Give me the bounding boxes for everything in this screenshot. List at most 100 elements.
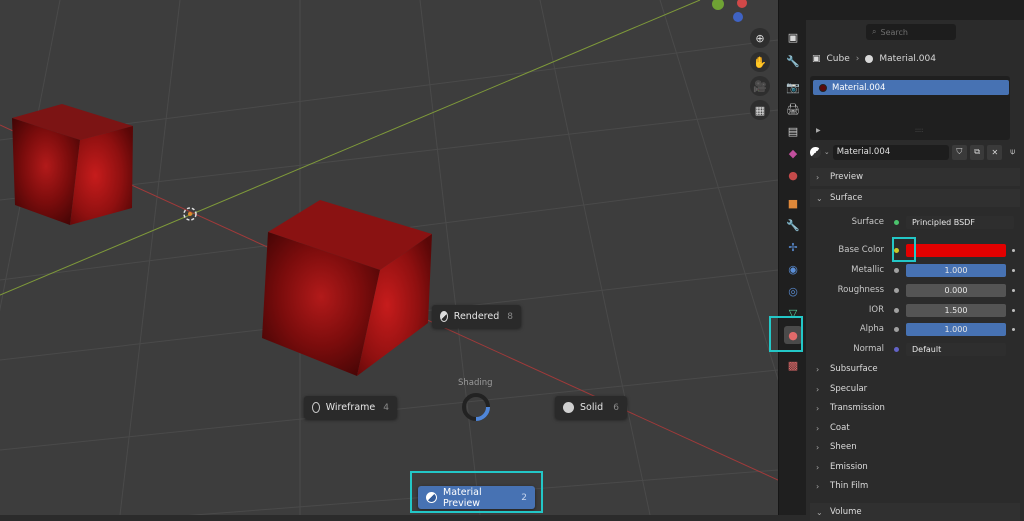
- material-slot-list[interactable]: Material.004 ▶ ::::: [810, 76, 1010, 140]
- solid-key: 6: [613, 402, 619, 413]
- render-icon[interactable]: 📷: [784, 78, 802, 96]
- subpanel-label: Subsurface: [830, 364, 878, 374]
- subpanel-subsurface[interactable]: › Subsurface: [810, 360, 1020, 378]
- animate-dot-icon[interactable]: [1012, 308, 1015, 312]
- animate-dot-icon[interactable]: [1012, 268, 1015, 272]
- chevron-right-icon: ›: [816, 442, 820, 452]
- ior-field[interactable]: 1.500: [906, 303, 1006, 317]
- ior-row: IOR 1.500: [806, 303, 1024, 317]
- unlink-icon[interactable]: ✕: [987, 144, 1003, 160]
- value-socket-icon[interactable]: [890, 264, 902, 276]
- roughness-row: Roughness 0.000: [806, 283, 1024, 297]
- gizmo-x-icon: [737, 0, 747, 8]
- chevron-right-icon: ›: [816, 384, 820, 394]
- tool-icon[interactable]: 🔧: [784, 52, 802, 70]
- subpanel-coat[interactable]: › Coat: [810, 419, 1020, 437]
- breadcrumb-material: Material.004: [879, 54, 936, 64]
- chevron-right-icon: ›: [816, 462, 820, 472]
- value-socket-icon[interactable]: [890, 323, 902, 335]
- roughness-slider[interactable]: 0.000: [906, 283, 1006, 297]
- material-slot-item[interactable]: Material.004: [813, 80, 1009, 95]
- base-color-socket-highlight: [892, 237, 916, 262]
- cube-main: [262, 200, 432, 376]
- normal-label: Normal: [853, 344, 884, 354]
- value-socket-icon[interactable]: [890, 284, 902, 296]
- value-socket-icon[interactable]: [890, 304, 902, 316]
- alpha-label: Alpha: [859, 324, 884, 334]
- subpanel-label: Coat: [830, 423, 850, 433]
- subpanel-emission[interactable]: › Emission: [810, 458, 1020, 476]
- view-layer-icon[interactable]: ▤: [784, 122, 802, 140]
- properties-tab-strip: ▣ 🔧 📷 🖨 ▤ ◆ ● ■ 🔧 ✢ ◉ ◎ ▽ ● ▩: [769, 0, 806, 515]
- search-input[interactable]: ⌕ Search: [866, 24, 956, 40]
- surface-shader-value: Principled BSDF: [912, 217, 975, 227]
- panel-volume[interactable]: ⌄ Volume: [810, 503, 1020, 521]
- rendered-icon: [440, 311, 448, 322]
- material-sphere-icon: [865, 55, 874, 63]
- modifier-icon[interactable]: 🔧: [784, 216, 802, 234]
- animate-dot-icon[interactable]: [1012, 288, 1015, 292]
- world-icon[interactable]: ●: [784, 166, 802, 184]
- surface-shader-row: Surface Principled BSDF: [806, 215, 1024, 229]
- node-icon[interactable]: ⍦: [1005, 145, 1020, 160]
- alpha-slider[interactable]: 1.000: [906, 322, 1006, 336]
- zoom-icon[interactable]: ⊕: [750, 28, 770, 48]
- material-selector-row: ⌄ Material.004 ⛉ ⧉ ✕ ⍦: [810, 144, 1020, 160]
- material-tab-highlight: [769, 316, 803, 352]
- surface-label: Surface: [851, 217, 884, 227]
- subpanel-sheen[interactable]: › Sheen: [810, 438, 1020, 456]
- alpha-row: Alpha 1.000: [806, 322, 1024, 336]
- normal-value: Default: [912, 344, 942, 354]
- expand-icon[interactable]: ▶: [816, 127, 821, 134]
- metallic-value: 1.000: [944, 265, 968, 275]
- grid-icon[interactable]: ▦: [750, 100, 770, 120]
- camera-icon[interactable]: 🎥: [750, 76, 770, 96]
- texture-icon[interactable]: ▩: [784, 356, 802, 374]
- editor-type-icon[interactable]: ▣: [784, 28, 802, 46]
- ior-label: IOR: [868, 305, 884, 315]
- subpanel-label: Transmission: [830, 403, 885, 413]
- physics-icon[interactable]: ◉: [784, 260, 802, 278]
- chevron-right-icon: ›: [816, 423, 820, 433]
- panel-surface-label: Surface: [830, 193, 863, 203]
- rendered-label: Rendered: [453, 311, 500, 322]
- animate-dot-icon[interactable]: [1012, 327, 1015, 331]
- subpanel-label: Thin Film: [830, 481, 869, 491]
- shading-wireframe-button[interactable]: Wireframe 4: [304, 396, 397, 419]
- properties-top-bar: [806, 0, 1024, 20]
- 3d-viewport[interactable]: ⊕ ✋ 🎥 ▦ Rendered 8 Wireframe 4 Solid 6 S…: [0, 0, 778, 515]
- subpanel-thin-film[interactable]: › Thin Film: [810, 477, 1020, 495]
- panel-preview[interactable]: › Preview: [810, 168, 1020, 186]
- constraints-icon[interactable]: ◎: [784, 282, 802, 300]
- roughness-value: 0.000: [944, 285, 968, 295]
- scene-icon[interactable]: ◆: [784, 144, 802, 162]
- normal-field[interactable]: Default: [906, 342, 1006, 356]
- shading-rendered-button[interactable]: Rendered 8: [432, 305, 521, 328]
- fake-user-icon[interactable]: ⛉: [951, 144, 967, 160]
- breadcrumb-object: Cube: [826, 54, 850, 64]
- chevron-down-icon[interactable]: ⌄: [824, 148, 830, 156]
- particles-icon[interactable]: ✢: [784, 238, 802, 256]
- metallic-slider[interactable]: 1.000: [906, 263, 1006, 277]
- surface-shader-field[interactable]: Principled BSDF: [906, 215, 1014, 229]
- base-color-swatch[interactable]: [906, 243, 1006, 257]
- chevron-down-icon: ⌄: [816, 507, 823, 517]
- chevron-right-icon: ›: [816, 172, 820, 182]
- gizmo-z-icon: [733, 12, 743, 22]
- hand-icon[interactable]: ✋: [750, 52, 770, 72]
- vector-socket-icon[interactable]: [890, 343, 902, 355]
- output-icon[interactable]: 🖨: [784, 100, 802, 118]
- slot-material-icon: [819, 83, 827, 92]
- shading-solid-button[interactable]: Solid 6: [555, 396, 627, 419]
- duplicate-icon[interactable]: ⧉: [969, 144, 985, 160]
- panel-surface[interactable]: ⌄ Surface: [810, 189, 1020, 207]
- gizmo-y-icon: [712, 0, 724, 10]
- object-icon[interactable]: ■: [784, 194, 802, 212]
- subpanel-transmission[interactable]: › Transmission: [810, 399, 1020, 417]
- material-name-field[interactable]: Material.004: [832, 144, 949, 160]
- chevron-right-icon: ›: [816, 481, 820, 491]
- subpanel-specular[interactable]: › Specular: [810, 380, 1020, 398]
- animate-dot-icon[interactable]: [1012, 248, 1015, 252]
- resize-handle-icon[interactable]: ::::: [915, 127, 923, 134]
- browse-material-icon[interactable]: [810, 146, 821, 158]
